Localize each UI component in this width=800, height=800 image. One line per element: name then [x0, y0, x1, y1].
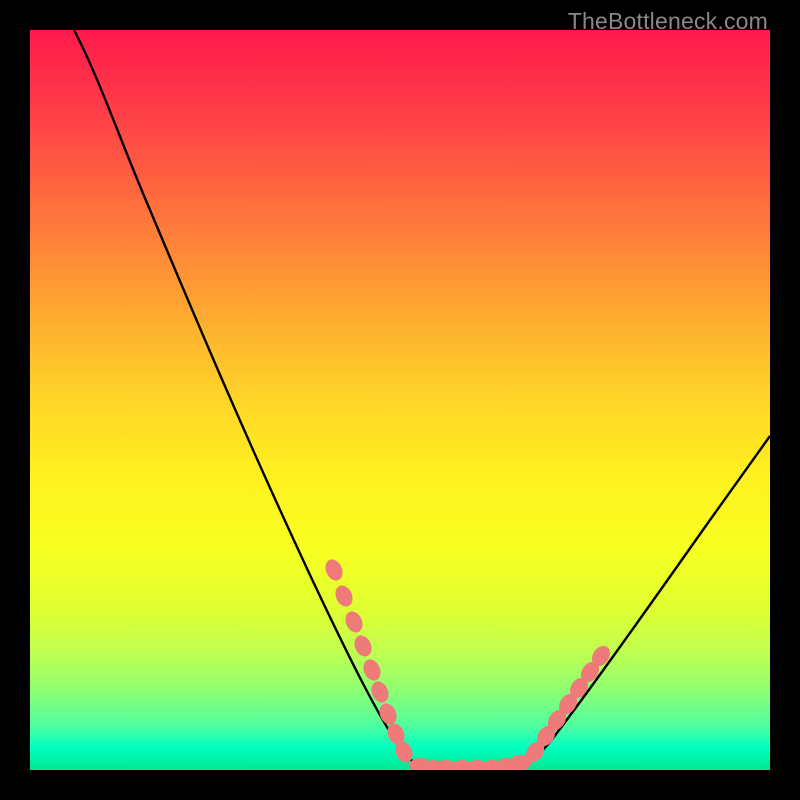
data-points-right — [522, 642, 614, 765]
plot-area — [30, 30, 770, 770]
data-points-left — [322, 557, 416, 766]
data-points-bottom — [409, 755, 531, 770]
chart-container: TheBottleneck.com — [0, 0, 800, 800]
chart-svg — [30, 30, 770, 770]
bottleneck-curve-line — [74, 30, 770, 768]
